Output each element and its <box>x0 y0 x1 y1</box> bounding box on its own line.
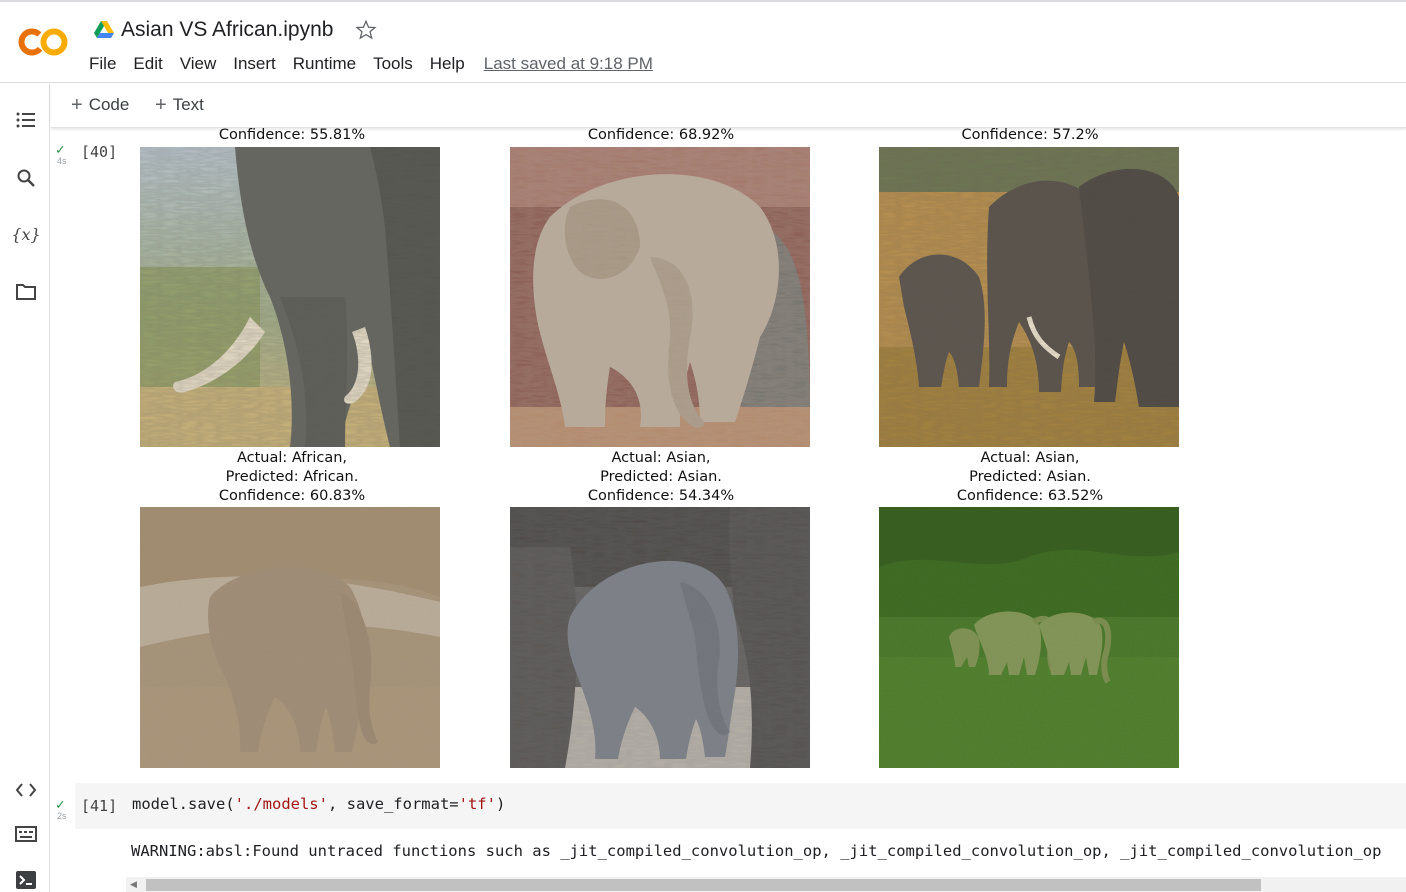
menu-insert[interactable]: Insert <box>233 54 276 74</box>
caption-line: Predicted: African. <box>225 469 359 485</box>
cell-40-status: ✓ 4s <box>56 142 67 166</box>
caption-line: Confidence: 54.34% <box>587 488 735 504</box>
menu-bar: File Edit View Insert Runtime Tools Help… <box>89 54 653 74</box>
image-caption-1: Confidence: 55.81% <box>142 126 442 145</box>
caption-line: Confidence: 63.52% <box>956 488 1104 504</box>
terminal-icon[interactable] <box>14 868 38 892</box>
cell-41-code[interactable]: model.save('./models', save_format='tf') <box>132 795 505 813</box>
notebook-title[interactable]: Asian VS African.ipynb <box>121 18 333 42</box>
cell-41-status: ✓ 2s <box>56 797 67 821</box>
code-token: , save_format= <box>327 795 459 813</box>
caption-line: Confidence: 55.81% <box>218 127 366 143</box>
star-icon[interactable] <box>355 19 378 41</box>
add-code-button[interactable]: + Code <box>71 95 129 115</box>
caption-line: Confidence: 57.2% <box>961 127 1099 143</box>
command-palette-icon[interactable] <box>14 822 38 846</box>
caption-line: Actual: African, <box>236 450 348 466</box>
asian-elephant-by-rocks-image <box>510 147 810 447</box>
caption-line: Confidence: 68.92% <box>587 127 735 143</box>
cell-40-exec-count[interactable]: [40] <box>81 143 117 161</box>
cell-40-exec-time: 4s <box>57 156 67 166</box>
caption-line: Actual: Asian, <box>980 450 1080 466</box>
scroll-left-arrow-icon[interactable]: ◀ <box>130 879 137 890</box>
scrollbar-thumb[interactable] <box>146 879 1261 891</box>
google-drive-icon <box>94 21 114 38</box>
image-caption-5: Actual: Asian, Predicted: Asian. Confide… <box>511 449 811 506</box>
cell-41-exec-count[interactable]: [41] <box>81 797 117 815</box>
code-snippets-icon[interactable] <box>14 778 38 802</box>
image-caption-4: Actual: African, Predicted: African. Con… <box>142 449 442 506</box>
elephant-herd-in-grassland-image <box>879 147 1179 447</box>
menu-help[interactable]: Help <box>430 54 465 74</box>
colab-logo[interactable] <box>18 26 70 58</box>
cell-41-exec-time: 2s <box>57 811 67 821</box>
header-bar: Asian VS African.ipynb File Edit View In… <box>0 0 1406 83</box>
table-of-contents-icon[interactable] <box>14 108 38 132</box>
search-icon[interactable] <box>14 166 38 190</box>
menu-file[interactable]: File <box>89 54 116 74</box>
african-elephant-with-tusks-image <box>140 147 440 447</box>
add-code-label: Code <box>88 95 130 114</box>
menu-runtime[interactable]: Runtime <box>293 54 356 74</box>
add-text-label: Text <box>172 95 204 114</box>
code-string: './models' <box>234 795 328 813</box>
asian-elephant-calf-image <box>510 507 810 768</box>
caption-line: Predicted: Asian. <box>600 469 722 485</box>
asian-elephants-in-forest-grass-image <box>879 507 1179 768</box>
last-saved-link[interactable]: Last saved at 9:18 PM <box>484 54 653 74</box>
code-token: model.save( <box>132 795 235 813</box>
image-caption-6: Actual: Asian, Predicted: Asian. Confide… <box>880 449 1180 506</box>
caption-line: Predicted: Asian. <box>969 469 1091 485</box>
menu-view[interactable]: View <box>180 54 217 74</box>
menu-edit[interactable]: Edit <box>133 54 162 74</box>
cell-41-output-warning: WARNING:absl:Found untraced functions su… <box>131 842 1382 860</box>
add-text-button[interactable]: + Text <box>155 95 204 115</box>
variables-icon[interactable]: {x} <box>11 222 40 246</box>
image-caption-2: Confidence: 68.92% <box>511 126 811 145</box>
caption-line: Actual: Asian, <box>611 450 711 466</box>
code-string: 'tf' <box>458 795 496 813</box>
notebook-toolbar: + Code + Text <box>51 84 1406 128</box>
menu-tools[interactable]: Tools <box>373 54 413 74</box>
files-icon[interactable] <box>14 280 38 304</box>
caption-line: Confidence: 60.83% <box>218 488 366 504</box>
plus-icon: + <box>71 94 83 116</box>
code-token: ) <box>495 795 506 813</box>
plus-icon: + <box>155 94 167 116</box>
title-row: Asian VS African.ipynb <box>94 16 378 44</box>
output-horizontal-scrollbar[interactable]: ◀ <box>126 877 1406 892</box>
left-sidebar: {x} <box>0 84 50 892</box>
image-caption-3: Confidence: 57.2% <box>880 126 1180 145</box>
young-african-elephant-on-mud-image <box>140 507 440 768</box>
